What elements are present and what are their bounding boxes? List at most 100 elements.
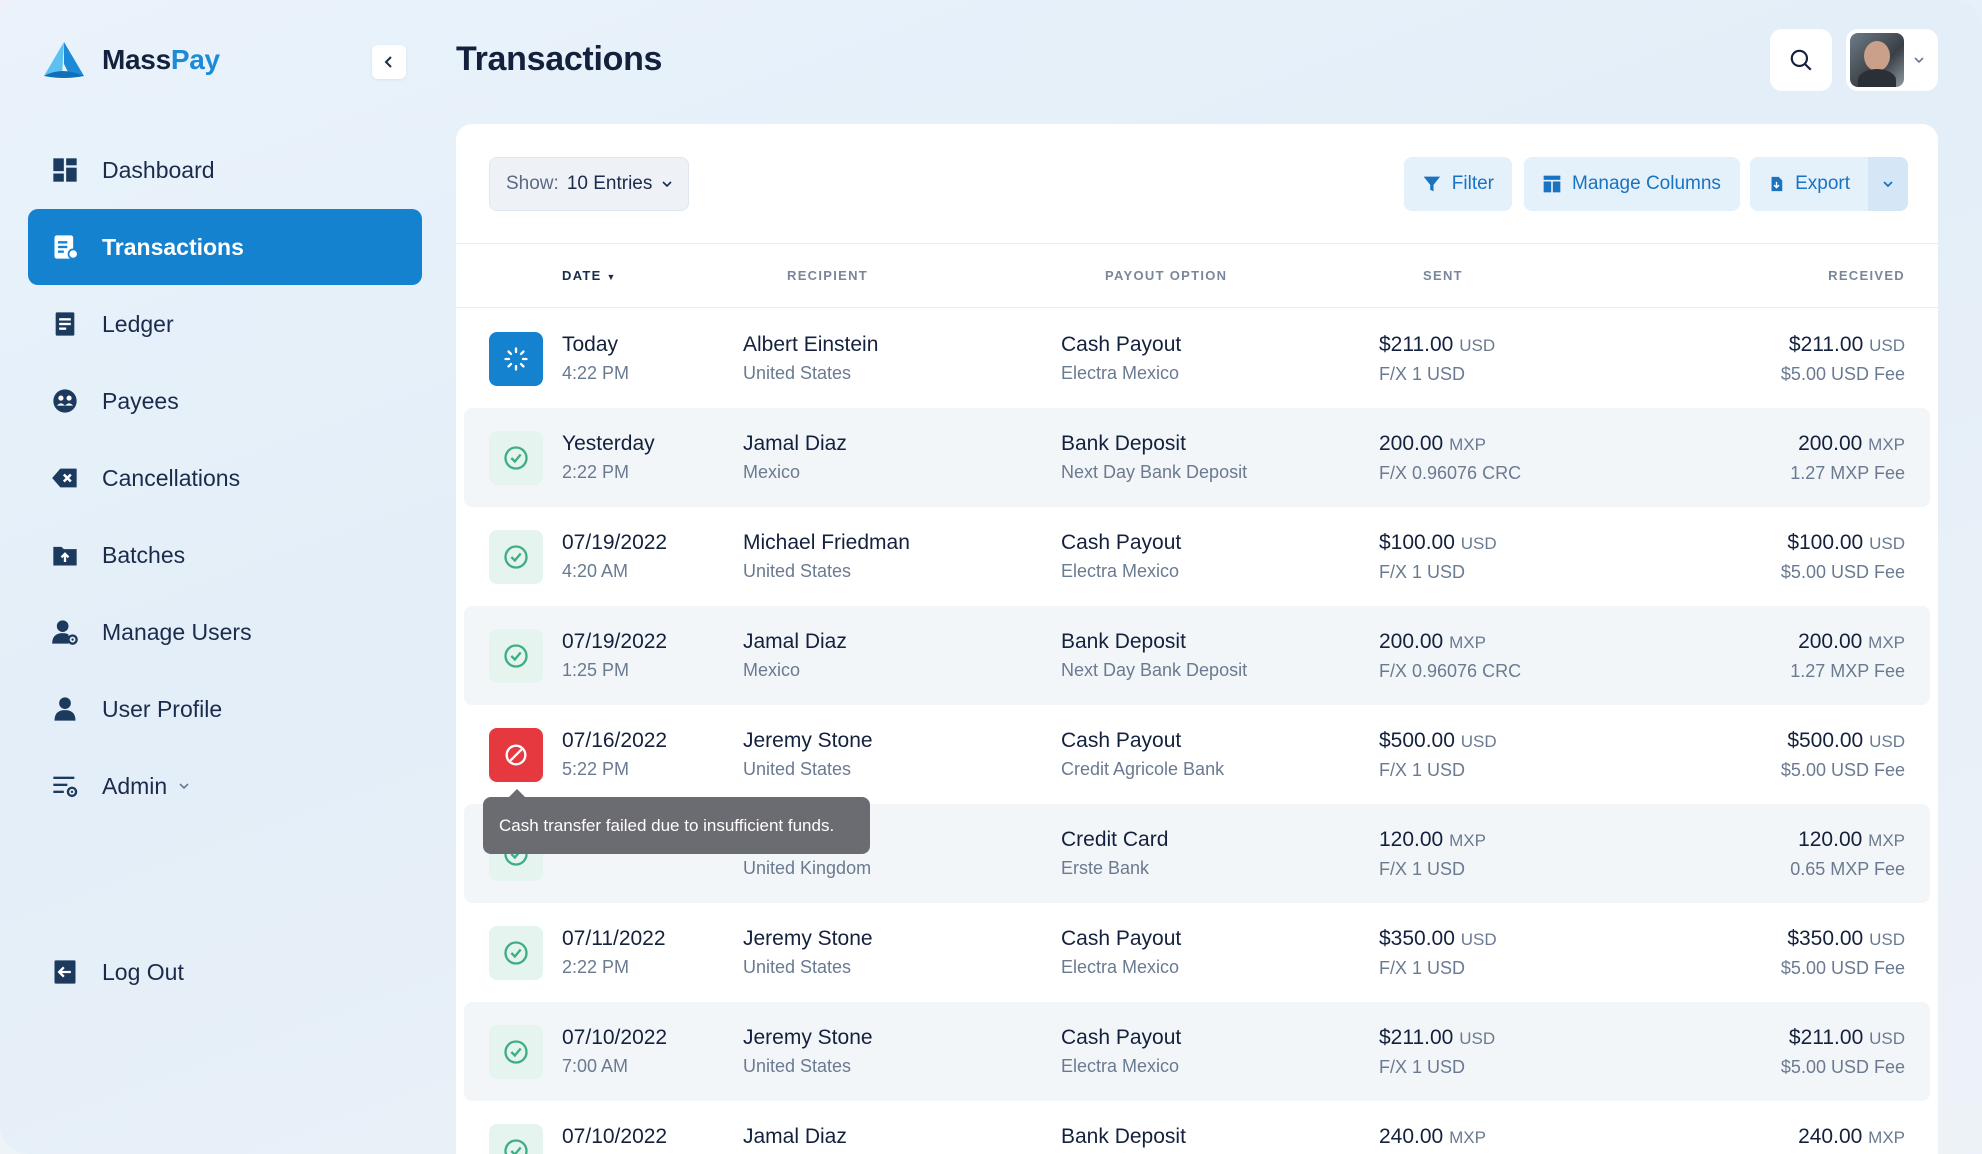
- brand-name: MassPay: [102, 44, 220, 75]
- sent-amount: 200.00: [1379, 630, 1444, 653]
- table-row[interactable]: 07/10/2022 Jamal Diaz Bank Deposit 240.00 M…: [464, 1101, 1930, 1154]
- table-row[interactable]: 07/19/2022 4:20 AM Michael Friedman United …: [464, 507, 1930, 606]
- payees-icon: [50, 386, 80, 416]
- table-row[interactable]: 07/16/2022 5:22 PM Jeremy Stone United Stat…: [464, 705, 1930, 804]
- column-header-received[interactable]: RECEIVED: [1828, 268, 1905, 283]
- cancel-icon: [50, 463, 80, 493]
- table-row[interactable]: Today 4:22 PM Albert Einstein United States…: [464, 309, 1930, 408]
- fee: 1.27 MXP Fee: [1790, 463, 1905, 483]
- recipient-cell: Jeremy Stone United States: [743, 727, 873, 783]
- payout-provider: Electra Mexico: [1061, 363, 1180, 383]
- received-cell: 200.00 MXP 1.27 MXP Fee: [1790, 430, 1905, 487]
- sidebar-item-manage-users[interactable]: Manage Users: [28, 594, 422, 670]
- sidebar-item-label: Admin: [102, 772, 168, 799]
- recipient-cell: Jeremy Stone United States: [743, 1024, 873, 1080]
- fee: $5.00 USD Fee: [1780, 364, 1905, 384]
- recipient-name: Jeremy Stone: [743, 927, 873, 950]
- column-header-sent[interactable]: SENT: [1423, 268, 1463, 283]
- table-row[interactable]: 07/10/2022 7:00 AM Jeremy Stone United Stat…: [464, 1002, 1930, 1101]
- date-cell: 07/19/2022 1:25 PM: [562, 628, 667, 684]
- sent-cell: 240.00 MXP: [1379, 1123, 1486, 1152]
- tooltip-text: Cash transfer failed due to insufficient…: [499, 815, 835, 835]
- sent-cell: 200.00 MXP F/X 0.96076 CRC: [1379, 628, 1521, 685]
- sidebar-item-ledger[interactable]: Ledger: [28, 286, 422, 362]
- status-badge[interactable]: [489, 530, 543, 584]
- status-badge[interactable]: [489, 1124, 543, 1154]
- sidebar-item-dashboard[interactable]: Dashboard: [28, 132, 422, 208]
- fee: $5.00 USD Fee: [1780, 760, 1905, 780]
- check-circle-icon: [504, 446, 528, 470]
- table-row[interactable]: 07/19/2022 1:25 PM Jamal Diaz Mexico Bank De…: [464, 606, 1930, 705]
- received-amount: $100.00: [1787, 531, 1864, 554]
- sidebar-item-admin[interactable]: Admin: [28, 748, 422, 824]
- received-amount: 120.00: [1798, 828, 1863, 851]
- sidebar-item-cancellations[interactable]: Cancellations: [28, 440, 422, 516]
- recipient-name: Jamal Diaz: [743, 1125, 847, 1148]
- column-header-recipient[interactable]: RECIPIENT: [787, 268, 868, 283]
- collapse-sidebar-button[interactable]: [372, 45, 406, 79]
- date-cell: 07/16/2022 5:22 PM: [562, 727, 667, 783]
- filter-label: Filter: [1451, 173, 1494, 194]
- status-badge[interactable]: [489, 431, 543, 485]
- status-badge[interactable]: [489, 926, 543, 980]
- sidebar-item-payees[interactable]: Payees: [28, 363, 422, 439]
- sidebar-item-batches[interactable]: Batches: [28, 517, 422, 593]
- sidebar-item-transactions[interactable]: Transactions: [28, 209, 422, 285]
- sidebar-item-label: Payees: [102, 387, 179, 414]
- loading-spinner-icon: [504, 347, 528, 371]
- sent-currency: USD: [1460, 930, 1497, 949]
- status-badge[interactable]: [489, 332, 543, 386]
- received-cell: $211.00 USD $5.00 USD Fee: [1781, 331, 1905, 388]
- payout-option: Cash Payout: [1061, 531, 1182, 554]
- entries-select[interactable]: Show: 10 Entries: [489, 157, 689, 211]
- ledger-icon: [50, 309, 80, 339]
- manage-columns-button[interactable]: Manage Columns: [1524, 157, 1740, 211]
- recipient-name: Albert Einstein: [743, 333, 879, 356]
- sent-cell: 120.00 MXP F/X 1 USD: [1379, 826, 1486, 883]
- entries-select-value: 10 Entries: [566, 173, 653, 194]
- export-options-button[interactable]: [1868, 157, 1908, 211]
- payout-option: Cash Payout: [1061, 927, 1182, 950]
- chevron-down-icon: [1883, 181, 1893, 188]
- export-button[interactable]: Export: [1750, 157, 1868, 211]
- received-amount: $211.00: [1788, 1026, 1864, 1049]
- search-button[interactable]: [1770, 29, 1832, 91]
- date-cell: Yesterday 2:22 PM: [562, 430, 655, 486]
- table-header: DATE ▼ RECIPIENT PAYOUT OPTION SENT RECE…: [456, 244, 1938, 308]
- payout-option: Cash Payout: [1061, 1026, 1182, 1049]
- fx-rate: F/X 1 USD: [1379, 760, 1466, 780]
- payout-option: Cash Payout: [1061, 729, 1182, 752]
- masspay-logo-icon: [44, 42, 84, 78]
- status-badge[interactable]: [489, 728, 543, 782]
- page-title: Transactions: [456, 40, 663, 78]
- column-header-date[interactable]: DATE ▼: [562, 268, 617, 283]
- payout-cell: Cash Payout Electra Mexico: [1061, 1024, 1181, 1080]
- status-badge[interactable]: [489, 1025, 543, 1079]
- fx-rate: F/X 1 USD: [1379, 364, 1466, 384]
- date-text: 07/11/2022: [562, 927, 666, 950]
- status-badge[interactable]: [489, 629, 543, 683]
- check-circle-icon: [504, 1040, 528, 1064]
- filter-button[interactable]: Filter: [1404, 157, 1512, 211]
- sidebar-nav: Dashboard Transactions Ledger Payees Can…: [28, 132, 422, 825]
- logo[interactable]: MassPay: [42, 40, 220, 80]
- user-menu-button[interactable]: [1846, 29, 1938, 91]
- recipient-name: Jeremy Stone: [743, 729, 873, 752]
- export-icon: [1771, 176, 1783, 192]
- table-row[interactable]: 07/11/2022 2:22 PM Jeremy Stone United Stat…: [464, 903, 1930, 1002]
- date-text: 07/10/2022: [562, 1125, 668, 1148]
- column-header-payout-option[interactable]: PAYOUT OPTION: [1105, 268, 1227, 283]
- fx-rate: F/X 0.96076 CRC: [1379, 661, 1522, 681]
- sent-currency: USD: [1460, 732, 1497, 751]
- recipient-cell: Albert Einstein United States: [743, 331, 878, 387]
- entries-select-label: Show:: [506, 173, 559, 194]
- received-currency: USD: [1869, 336, 1905, 355]
- transactions-card: Show: 10 Entries Filter Manage Columns E…: [456, 124, 1938, 1154]
- date-text: 07/19/2022: [562, 531, 668, 554]
- logout-button[interactable]: Log Out: [28, 934, 422, 1010]
- received-cell: 240.00 MXP: [1798, 1123, 1905, 1152]
- sidebar-item-user-profile[interactable]: User Profile: [28, 671, 422, 747]
- dashboard-icon: [50, 155, 80, 185]
- table-row[interactable]: Yesterday 2:22 PM Jamal Diaz Mexico Bank Dep…: [464, 408, 1930, 507]
- sidebar: MassPay Dashboard Transactions Ledger Pa…: [0, 0, 450, 1154]
